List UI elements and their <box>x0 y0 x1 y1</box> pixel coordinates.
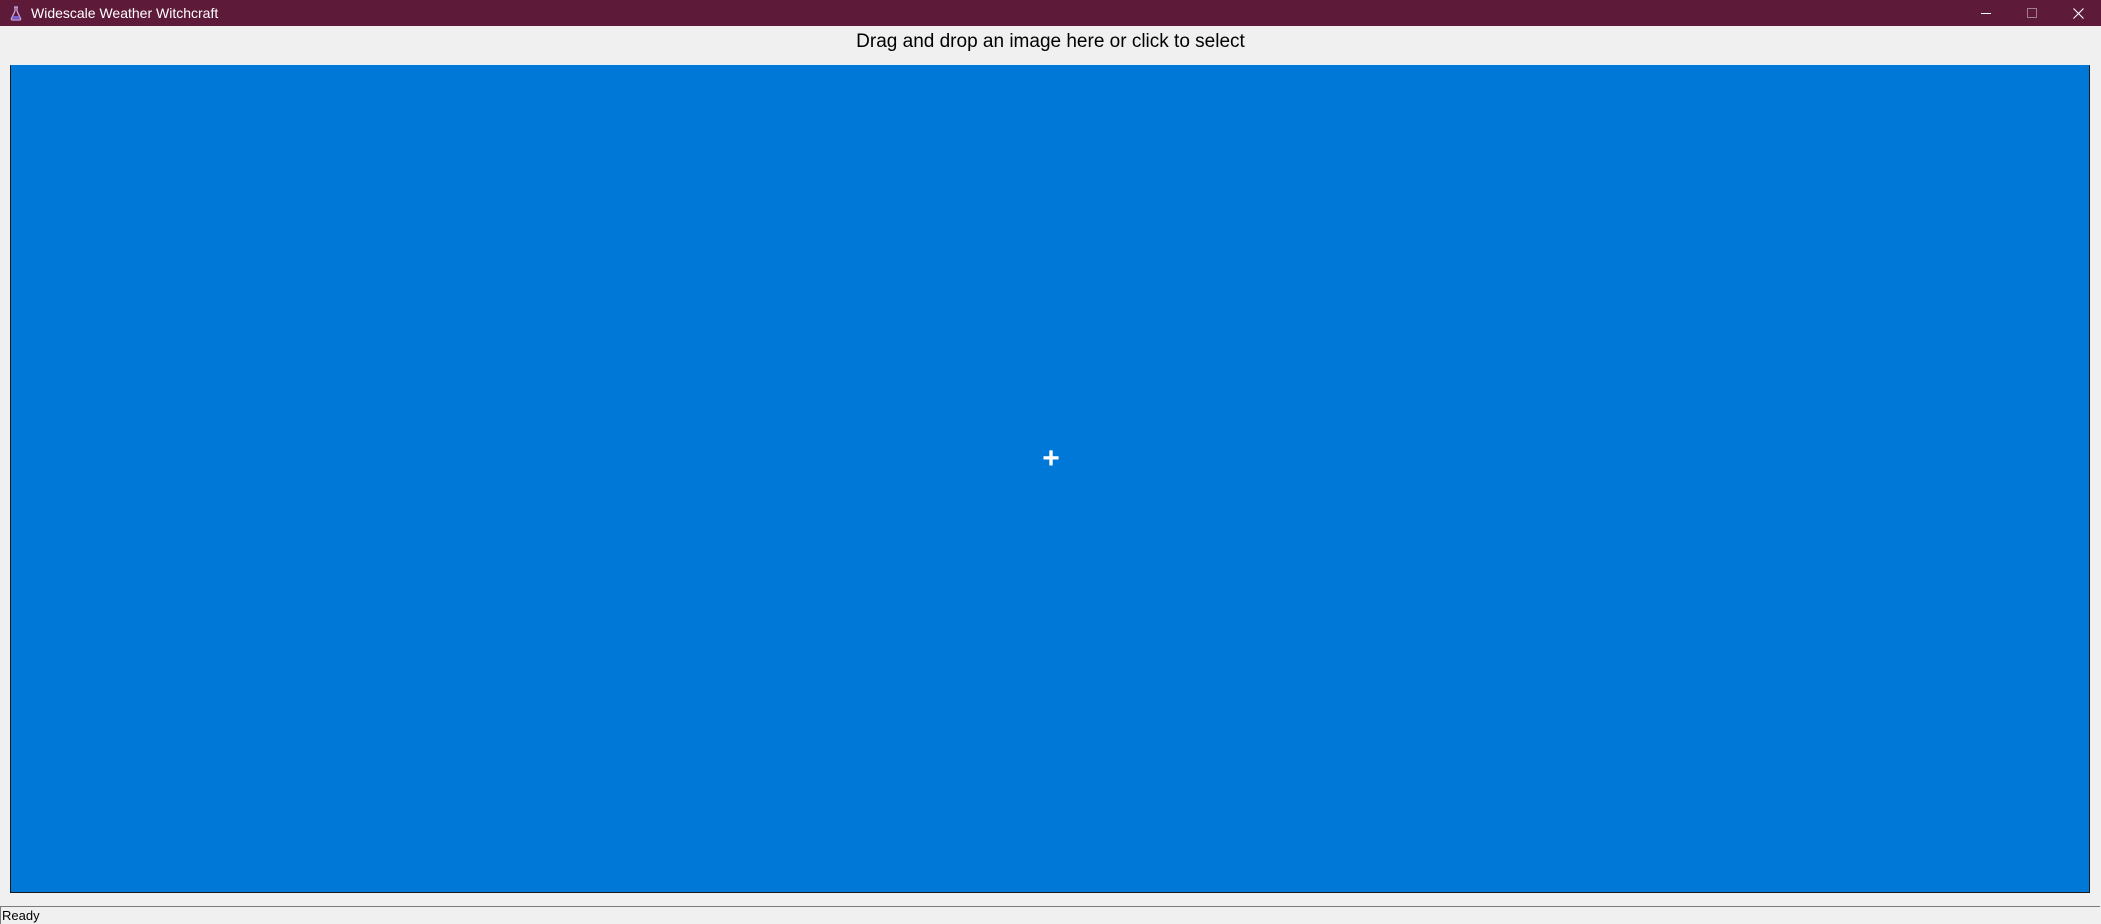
maximize-button[interactable] <box>2009 0 2055 26</box>
status-bar: Ready <box>0 906 2100 924</box>
plus-icon: + <box>1042 442 1060 475</box>
drop-instruction-label: Drag and drop an image here or click to … <box>856 30 1245 52</box>
caption-buttons <box>1963 0 2101 26</box>
minimize-icon <box>1981 8 1991 18</box>
image-drop-zone[interactable]: + <box>10 65 2090 893</box>
window-title: Widescale Weather Witchcraft <box>31 5 219 21</box>
close-icon <box>2072 7 2084 19</box>
app-window: Widescale Weather Witchcraft Drag and dr… <box>0 0 2101 924</box>
close-button[interactable] <box>2055 0 2101 26</box>
flask-icon <box>9 5 23 21</box>
status-text: Ready <box>2 908 40 923</box>
maximize-icon <box>2027 8 2037 18</box>
minimize-button[interactable] <box>1963 0 2009 26</box>
title-bar[interactable]: Widescale Weather Witchcraft <box>0 0 2101 26</box>
